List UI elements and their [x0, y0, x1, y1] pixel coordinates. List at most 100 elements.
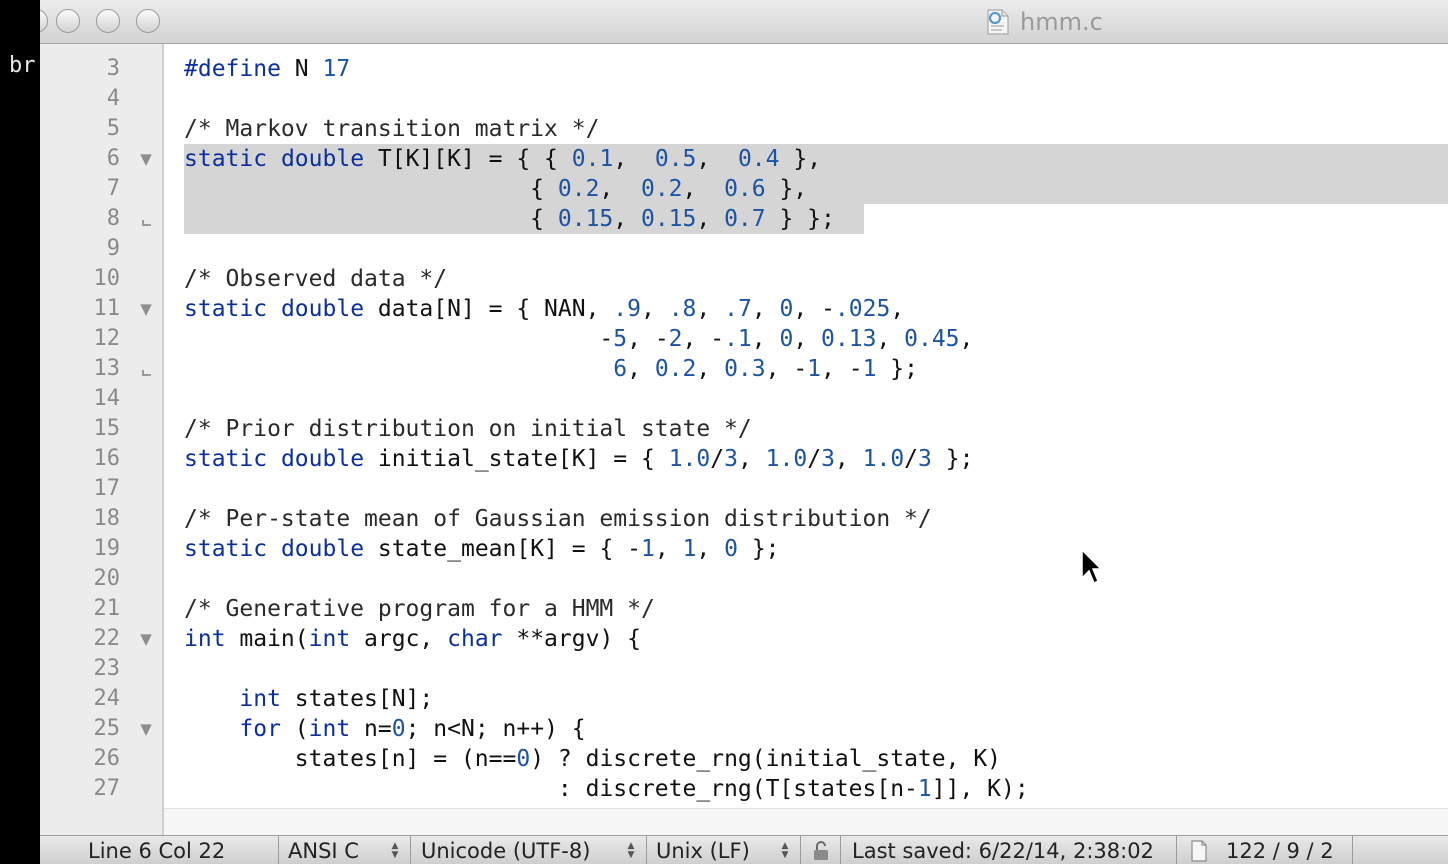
- document-counts[interactable]: 122 / 9 / 2: [1226, 836, 1334, 864]
- encoding-selector[interactable]: Unicode (UTF-8): [421, 836, 590, 864]
- line-number[interactable]: 6: [40, 144, 120, 174]
- line-number[interactable]: 4: [40, 84, 120, 114]
- fold-toggle-icon[interactable]: ▼: [136, 624, 156, 654]
- code-token: ,: [696, 146, 738, 172]
- code-text[interactable]: static double initial_state[K] = { 1.0/3…: [184, 444, 973, 474]
- fold-toggle-icon[interactable]: ▼: [136, 714, 156, 744]
- code-line[interactable]: 15 /* Prior distribution on initial state…: [40, 414, 1448, 444]
- code-line[interactable]: 3 #define N 17: [40, 54, 1448, 84]
- code-line[interactable]: 25 ▼ for (int n=0; n<N; n++) {: [40, 714, 1448, 744]
- line-number[interactable]: 14: [40, 384, 121, 414]
- code-text[interactable]: /* Markov transition matrix */: [184, 114, 599, 144]
- code-text[interactable]: /* Per-state mean of Gaussian emission d…: [184, 504, 932, 534]
- code-line[interactable]: 16 static double initial_state[K] = { 1.0…: [40, 444, 1448, 474]
- code-line[interactable]: 24 int states[N];: [40, 684, 1448, 714]
- line-number[interactable]: 13: [40, 354, 121, 384]
- lock-icon[interactable]: [810, 840, 832, 862]
- title-bar[interactable]: hmm.c: [40, 0, 1448, 44]
- code-line[interactable]: 6 ▼ static double T[K][K] = { { 0.1, 0.5, …: [40, 144, 1448, 174]
- number-token: 0: [779, 326, 794, 352]
- toolbar-toggle-button[interactable]: [136, 9, 160, 33]
- code-text[interactable]: static double state_mean[K] = { -1, 1, 0…: [184, 534, 780, 564]
- language-selector[interactable]: ANSI C: [288, 836, 359, 864]
- code-text[interactable]: /* Observed data */: [184, 264, 447, 294]
- status-separator: [646, 836, 647, 864]
- code-text[interactable]: static double data[N] = { NAN, .9, .8, .…: [184, 294, 904, 324]
- code-line[interactable]: 4: [40, 84, 1448, 114]
- line-number[interactable]: 21: [40, 594, 121, 624]
- code-text[interactable]: 6, 0.2, 0.3, -1, -1 };: [184, 354, 918, 384]
- code-line[interactable]: 7 { 0.2, 0.2, 0.6 },: [40, 174, 1448, 204]
- keyword-token: static: [184, 146, 268, 172]
- line-number[interactable]: 24: [40, 684, 121, 714]
- code-text[interactable]: states[n] = (n==0) ? discrete_rng(initia…: [184, 744, 1001, 774]
- number-token: 0.5: [654, 146, 697, 172]
- code-text[interactable]: /* Prior distribution on initial state *…: [184, 414, 752, 444]
- line-number[interactable]: 23: [40, 654, 121, 684]
- code-line[interactable]: 18 /* Per-state mean of Gaussian emission…: [40, 504, 1448, 534]
- code-text[interactable]: -5, -2, -.1, 0, 0.13, 0.45,: [184, 324, 973, 354]
- line-number[interactable]: 12: [40, 324, 121, 354]
- code-text[interactable]: { 0.2, 0.2, 0.6 },: [184, 174, 807, 204]
- code-token: } };: [765, 206, 835, 232]
- code-line[interactable]: 9: [40, 234, 1448, 264]
- line-number[interactable]: 8: [40, 204, 120, 234]
- keyword-token: int: [239, 686, 281, 712]
- line-number[interactable]: 27: [40, 774, 121, 804]
- code-line[interactable]: 20: [40, 564, 1448, 594]
- line-number[interactable]: 20: [40, 564, 121, 594]
- code-line[interactable]: 10 /* Observed data */: [40, 264, 1448, 294]
- code-line[interactable]: 12 -5, -2, -.1, 0, 0.13, 0.45,: [40, 324, 1448, 354]
- code-token: (: [280, 716, 309, 742]
- line-number[interactable]: 11: [40, 294, 121, 324]
- comment-token: /* Generative program for a HMM */: [184, 596, 655, 622]
- code-line[interactable]: 21 /* Generative program for a HMM */: [40, 594, 1448, 624]
- code-line[interactable]: 23: [40, 654, 1448, 684]
- code-token: , -: [793, 296, 835, 322]
- code-line[interactable]: 26 states[n] = (n==0) ? discrete_rng(ini…: [40, 744, 1448, 774]
- line-number[interactable]: 10: [40, 264, 121, 294]
- line-number[interactable]: 17: [40, 474, 121, 504]
- code-text[interactable]: /* Generative program for a HMM */: [184, 594, 655, 624]
- line-number[interactable]: 26: [40, 744, 121, 774]
- line-number[interactable]: 7: [40, 174, 120, 204]
- code-text[interactable]: int states[N];: [184, 684, 433, 714]
- code-line[interactable]: 5 /* Markov transition matrix */: [40, 114, 1448, 144]
- line-number[interactable]: 16: [40, 444, 121, 474]
- line-number[interactable]: 3: [40, 54, 120, 84]
- line-number[interactable]: 25: [40, 714, 121, 744]
- code-line[interactable]: 13 6, 0.2, 0.3, -1, -1 };: [40, 354, 1448, 384]
- fold-toggle-icon[interactable]: ▼: [136, 294, 156, 324]
- code-line[interactable]: 27 : discrete_rng(T[states[n-1]], K);: [40, 774, 1448, 804]
- code-line[interactable]: 14: [40, 384, 1448, 414]
- horizontal-scroll-area[interactable]: [164, 808, 1448, 835]
- code-text[interactable]: { 0.15, 0.15, 0.7 } };: [184, 204, 835, 234]
- line-number[interactable]: 15: [40, 414, 121, 444]
- code-line[interactable]: 8 { 0.15, 0.15, 0.7 } };: [40, 204, 1448, 234]
- line-number[interactable]: 5: [40, 114, 120, 144]
- code-text[interactable]: #define N 17: [184, 54, 350, 84]
- cursor-position-indicator[interactable]: Line 6 Col 22: [88, 836, 225, 864]
- code-token: main(: [225, 626, 309, 652]
- code-line[interactable]: 19 static double state_mean[K] = { -1, 1,…: [40, 534, 1448, 564]
- line-number[interactable]: 22: [40, 624, 121, 654]
- code-line[interactable]: 11 ▼ static double data[N] = { NAN, .9, .8…: [40, 294, 1448, 324]
- code-text[interactable]: int main(int argc, char **argv) {: [184, 624, 641, 654]
- code-text[interactable]: for (int n=0; n<N; n++) {: [184, 714, 585, 744]
- line-endings-selector[interactable]: Unix (LF): [656, 836, 750, 864]
- code-text[interactable]: static double T[K][K] = { { 0.1, 0.5, 0.…: [184, 144, 821, 174]
- line-number[interactable]: 19: [40, 534, 121, 564]
- c-source-file-icon: [987, 9, 1009, 35]
- line-number[interactable]: 18: [40, 504, 121, 534]
- close-button[interactable]: [40, 9, 48, 33]
- line-number[interactable]: 9: [40, 234, 120, 264]
- fold-toggle-icon[interactable]: ▼: [136, 144, 156, 174]
- code-text[interactable]: : discrete_rng(T[states[n-1]], K);: [184, 774, 1029, 804]
- keyword-token: int: [308, 626, 351, 652]
- minimize-button[interactable]: [56, 9, 80, 33]
- code-line[interactable]: 22 ▼ int main(int argc, char **argv) {: [40, 624, 1448, 654]
- code-token: /: [904, 446, 919, 472]
- code-token: {: [184, 206, 558, 232]
- zoom-button[interactable]: [96, 9, 120, 33]
- code-line[interactable]: 17: [40, 474, 1448, 504]
